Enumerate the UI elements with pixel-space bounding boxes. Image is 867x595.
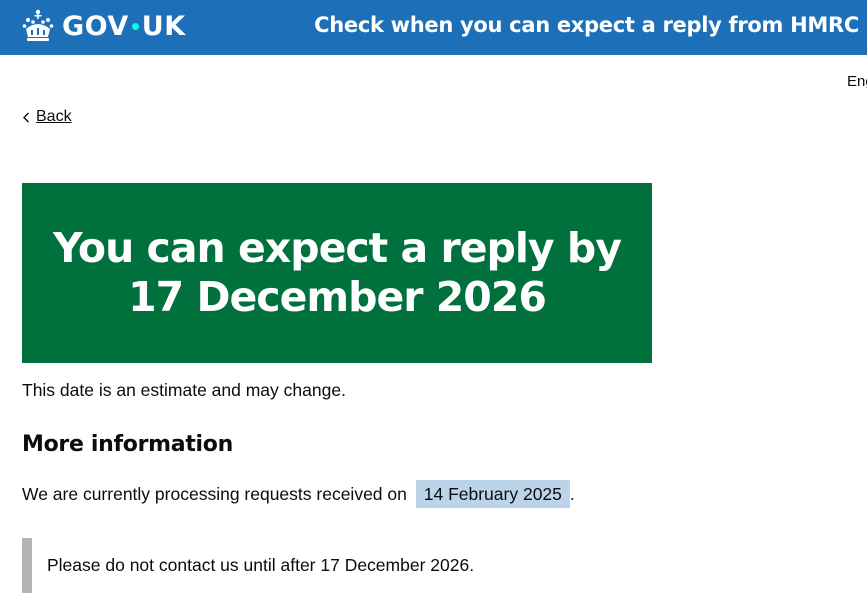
logo-text-uk: UK (141, 10, 186, 42)
processing-text: We are currently processing requests rec… (22, 484, 407, 504)
crown-icon (22, 9, 54, 41)
chevron-left-icon (23, 112, 29, 122)
back-link[interactable]: Back (36, 108, 72, 126)
govuk-logo-link[interactable]: GOV UK (22, 6, 186, 46)
processing-suffix: . (569, 484, 575, 504)
estimate-note: This date is an estimate and may change. (22, 380, 346, 400)
service-name-link[interactable]: Check when you can expect a reply from H… (314, 13, 859, 37)
language-toggle[interactable]: Eng (847, 73, 867, 90)
panel-title-line1: You can expect a reply by (52, 224, 622, 272)
inset-text: Please do not contact us until after 17 … (47, 555, 475, 575)
processing-paragraph: We are currently processing requests rec… (22, 480, 575, 508)
more-information-heading: More information (22, 432, 233, 457)
govuk-header: GOV UK Check when you can expect a reply… (0, 0, 867, 55)
processing-date-highlight: 14 February 2025 (415, 480, 570, 508)
inset-text-block: Please do not contact us until after 17 … (22, 538, 632, 593)
panel-title-line2: 17 December 2026 (128, 273, 547, 321)
logo-dot-icon (131, 22, 139, 30)
panel-title: You can expect a reply by 17 December 20… (52, 224, 622, 322)
govuk-wordmark: GOV UK (62, 11, 186, 42)
logo-text-gov: GOV (62, 10, 129, 42)
confirmation-panel: You can expect a reply by 17 December 20… (22, 183, 652, 363)
back-link-container[interactable]: Back (22, 108, 72, 126)
